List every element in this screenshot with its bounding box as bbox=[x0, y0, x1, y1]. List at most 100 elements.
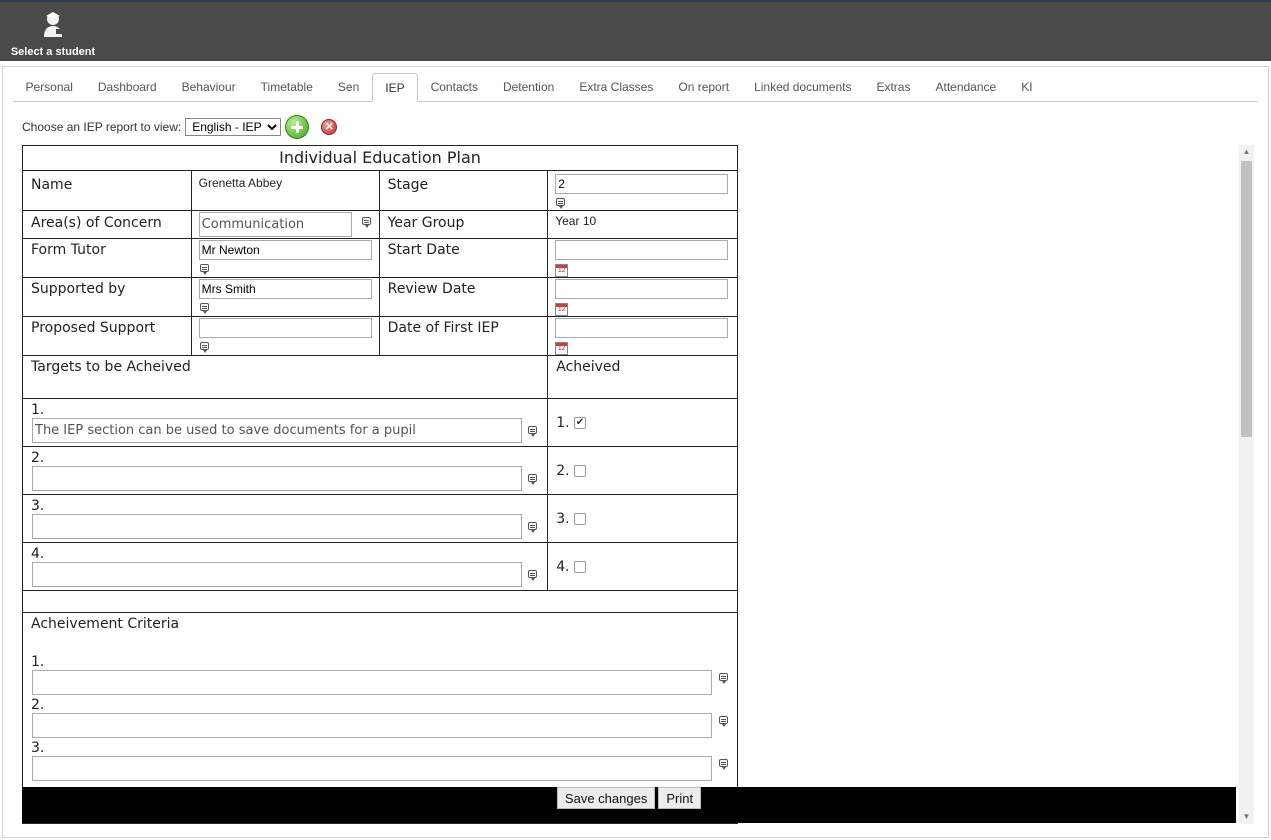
achieved-checkbox[interactable] bbox=[574, 561, 587, 573]
achieved-checkbox[interactable] bbox=[574, 513, 587, 525]
target-input[interactable] bbox=[32, 466, 522, 491]
delete-report-icon[interactable]: ✕ bbox=[321, 119, 338, 135]
comment-icon[interactable] bbox=[719, 673, 728, 684]
stage-input[interactable] bbox=[555, 174, 729, 194]
select-student-label: Select a student bbox=[10, 46, 96, 58]
year-group-label: Year Group bbox=[378, 210, 549, 239]
comment-icon[interactable] bbox=[528, 474, 537, 485]
iep-report-select[interactable]: English - IEP bbox=[185, 118, 282, 136]
criteria-input[interactable] bbox=[32, 670, 712, 695]
add-report-icon[interactable] bbox=[285, 115, 310, 139]
achieved-number: 4. bbox=[556, 559, 570, 575]
iep-report-chooser: Choose an IEP report to view: English - … bbox=[22, 114, 338, 140]
tab-contacts[interactable]: Contacts bbox=[418, 73, 490, 101]
tab-iep[interactable]: IEP bbox=[371, 73, 419, 102]
form-tutor-input[interactable] bbox=[198, 240, 372, 260]
criteria-number: 3. bbox=[31, 740, 45, 756]
comment-icon[interactable] bbox=[362, 217, 372, 228]
stage-label: Stage bbox=[378, 170, 549, 211]
tab-timetable[interactable]: Timetable bbox=[248, 73, 325, 101]
achieved-number: 3. bbox=[556, 511, 570, 527]
tab-ki[interactable]: KI bbox=[1009, 73, 1045, 101]
comment-icon[interactable] bbox=[528, 570, 537, 581]
comment-icon[interactable] bbox=[199, 342, 209, 353]
criteria-number: 1. bbox=[31, 654, 45, 670]
spacer-row bbox=[22, 590, 738, 613]
start-date-input[interactable] bbox=[555, 240, 729, 260]
target-row: 2. 2. bbox=[22, 446, 738, 495]
achieved-number: 2. bbox=[556, 463, 570, 479]
comment-icon[interactable] bbox=[528, 522, 537, 533]
supported-by-label: Supported by bbox=[22, 277, 192, 317]
scroll-down-icon[interactable]: ▼ bbox=[1239, 810, 1254, 824]
comment-icon[interactable] bbox=[199, 264, 209, 275]
comment-icon[interactable] bbox=[528, 426, 537, 437]
student-name: Grenetta Abbey bbox=[198, 176, 283, 190]
criteria-input[interactable] bbox=[32, 756, 712, 781]
target-input[interactable] bbox=[32, 418, 522, 443]
top-bar: Select a student bbox=[0, 0, 1271, 61]
target-input[interactable] bbox=[32, 514, 522, 539]
target-number: 4. bbox=[31, 546, 45, 562]
tab-attendance[interactable]: Attendance bbox=[923, 73, 1009, 101]
target-number: 3. bbox=[31, 498, 45, 514]
achieved-number: 1. bbox=[556, 415, 570, 431]
first-iep-date-input[interactable] bbox=[555, 318, 729, 338]
vertical-scrollbar[interactable]: ▲ ▼ bbox=[1239, 145, 1254, 824]
calendar-icon[interactable]: 12 bbox=[555, 264, 569, 277]
student-icon bbox=[44, 12, 62, 37]
criteria-number: 2. bbox=[31, 697, 45, 713]
tab-extras[interactable]: Extras bbox=[864, 73, 923, 101]
area-of-concern-input[interactable] bbox=[198, 212, 352, 237]
comment-icon[interactable] bbox=[719, 716, 728, 727]
target-row: 3. 3. bbox=[22, 494, 738, 543]
tab-extra-classes[interactable]: Extra Classes bbox=[567, 73, 666, 101]
area-of-concern-label: Area(s) of Concern bbox=[22, 210, 192, 239]
target-row: 4. 4. bbox=[22, 542, 738, 591]
target-number: 1. bbox=[31, 402, 45, 418]
iep-form: Individual Education Plan Name Grenetta … bbox=[22, 145, 738, 824]
print-button[interactable]: Print bbox=[658, 787, 702, 809]
first-iep-date-label: Date of First IEP bbox=[378, 316, 549, 356]
select-student-button[interactable]: Select a student bbox=[10, 8, 96, 60]
scrollbar-thumb[interactable] bbox=[1241, 161, 1252, 437]
criteria-item: 2. bbox=[31, 697, 737, 738]
criteria-item: 3. bbox=[31, 740, 737, 781]
action-bar: Save changes Print bbox=[22, 787, 1236, 823]
start-date-label: Start Date bbox=[378, 238, 549, 278]
calendar-icon[interactable]: 12 bbox=[555, 342, 569, 355]
save-changes-button[interactable]: Save changes bbox=[556, 787, 656, 809]
document-scroll-area: Individual Education Plan Name Grenetta … bbox=[22, 145, 1254, 824]
review-date-input[interactable] bbox=[555, 279, 729, 299]
form-tutor-label: Form Tutor bbox=[22, 238, 192, 278]
criteria-input[interactable] bbox=[32, 713, 712, 738]
supported-by-input[interactable] bbox=[198, 279, 372, 299]
tab-dashboard[interactable]: Dashboard bbox=[85, 73, 169, 101]
calendar-icon[interactable]: 12 bbox=[555, 303, 569, 316]
tab-detention[interactable]: Detention bbox=[490, 73, 566, 101]
target-row: 1. 1. ✔ bbox=[22, 398, 738, 447]
tab-behaviour[interactable]: Behaviour bbox=[169, 73, 248, 101]
scroll-up-icon[interactable]: ▲ bbox=[1239, 145, 1254, 159]
targets-header: Targets to be Acheived bbox=[22, 355, 549, 399]
year-group-value: Year 10 bbox=[555, 214, 597, 228]
comment-icon[interactable] bbox=[199, 303, 209, 314]
main-panel: Personal Dashboard Behaviour Timetable Sen IE… bbox=[2, 66, 1269, 838]
comment-icon[interactable] bbox=[719, 759, 728, 770]
criteria-item: 1. bbox=[31, 654, 737, 695]
comment-icon[interactable] bbox=[556, 198, 566, 209]
achieved-checkbox[interactable] bbox=[574, 465, 587, 477]
tab-personal[interactable]: Personal bbox=[13, 73, 85, 101]
criteria-list: 1. 2. 3. bbox=[31, 654, 737, 781]
proposed-support-label: Proposed Support bbox=[22, 316, 192, 356]
name-label: Name bbox=[22, 170, 192, 211]
target-input[interactable] bbox=[32, 562, 522, 587]
tab-on-report[interactable]: On report bbox=[666, 73, 742, 101]
tab-linked-documents[interactable]: Linked documents bbox=[742, 73, 864, 101]
achieved-checkbox[interactable]: ✔ bbox=[574, 417, 587, 429]
tab-sen[interactable]: Sen bbox=[325, 73, 371, 101]
chooser-label: Choose an IEP report to view: bbox=[22, 120, 182, 134]
iep-title: Individual Education Plan bbox=[22, 145, 738, 171]
proposed-support-input[interactable] bbox=[198, 318, 372, 338]
tab-bar: Personal Dashboard Behaviour Timetable Sen IE… bbox=[13, 73, 1258, 102]
